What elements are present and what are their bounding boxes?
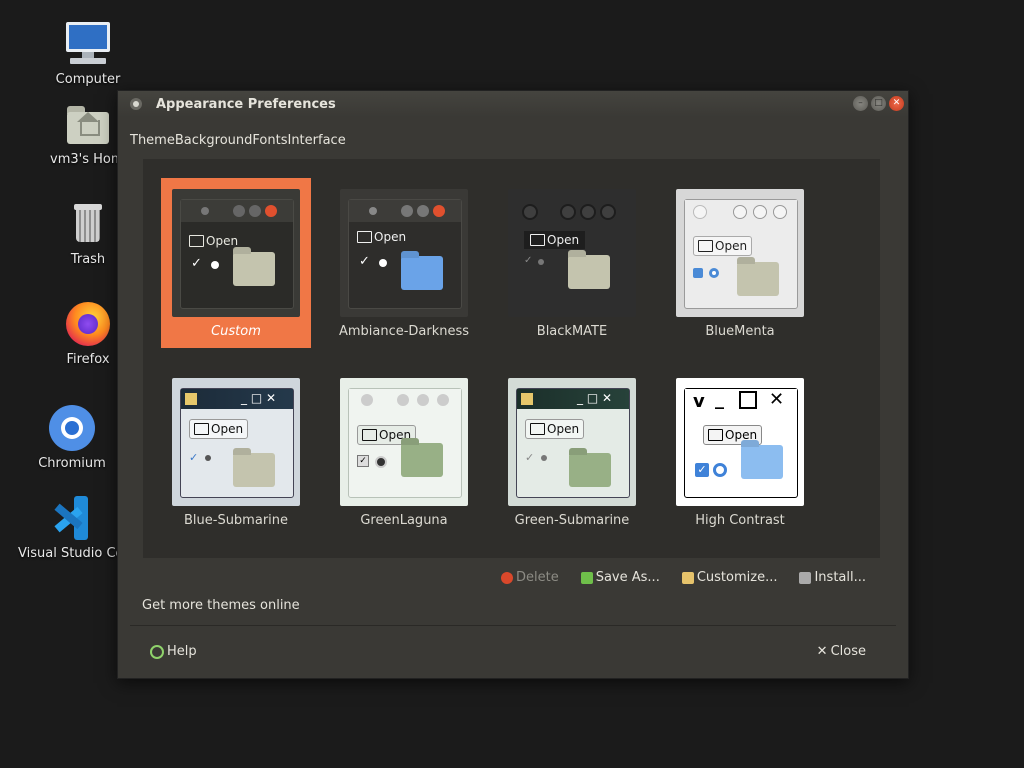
theme-item-greenlaguna[interactable]: Open ✓ GreenLaguna bbox=[329, 367, 479, 537]
folder-icon bbox=[737, 262, 779, 296]
get-more-themes-link[interactable]: Get more themes online bbox=[142, 598, 300, 613]
theme-preview: Open ✓ bbox=[172, 189, 300, 317]
desktop-icon-chromium[interactable]: Chromium bbox=[24, 404, 120, 471]
theme-item-bluementa[interactable]: Open BlueMenta bbox=[665, 178, 815, 348]
theme-preview: Open ✓ bbox=[508, 189, 636, 317]
window-title: Appearance Preferences bbox=[156, 96, 336, 112]
folder-icon bbox=[741, 445, 783, 479]
theme-grid: Open ✓ Custom Open ✓ Ambiance-Darkness O… bbox=[143, 159, 880, 558]
firefox-icon bbox=[64, 300, 112, 348]
theme-preview: _ □ ✕ Open ✓ bbox=[508, 378, 636, 506]
folder-icon bbox=[569, 453, 611, 487]
theme-open-label: Open bbox=[374, 230, 407, 244]
theme-preview: Open ✓ bbox=[340, 378, 468, 506]
desktop-icon-label: Computer bbox=[55, 72, 121, 87]
delete-label: Delete bbox=[516, 570, 559, 585]
desktop-icon-computer[interactable]: Computer bbox=[40, 20, 136, 87]
theme-open-label: Open bbox=[206, 234, 239, 248]
theme-preview: v _ ✕ Open ✓ bbox=[676, 378, 804, 506]
folder-open-icon bbox=[698, 240, 713, 252]
theme-name: Custom bbox=[211, 324, 261, 339]
save-icon bbox=[580, 571, 593, 584]
install-icon bbox=[799, 571, 812, 584]
vscode-icon bbox=[44, 494, 92, 542]
theme-actions: Delete Save As... Customize... Install..… bbox=[501, 570, 866, 585]
desktop-icon-label: Visual Studio Code bbox=[18, 546, 118, 561]
save-as-button[interactable]: Save As... bbox=[580, 570, 660, 585]
folder-open-icon bbox=[708, 429, 723, 441]
folder-icon bbox=[233, 252, 275, 286]
help-button[interactable]: Help bbox=[150, 644, 197, 659]
install-label: Install... bbox=[814, 570, 866, 585]
computer-icon bbox=[64, 20, 112, 68]
folder-open-icon bbox=[530, 423, 545, 435]
trash-icon bbox=[64, 200, 112, 248]
desktop-icon-vscode[interactable]: Visual Studio Code bbox=[18, 494, 118, 561]
folder-open-icon bbox=[189, 235, 204, 247]
tab-bar: Theme Background Fonts Interface bbox=[130, 133, 346, 148]
maximize-button[interactable]: □ bbox=[871, 96, 886, 111]
save-as-label: Save As... bbox=[595, 570, 660, 585]
minimize-button[interactable]: – bbox=[853, 96, 868, 111]
window-titlebar[interactable]: Appearance Preferences – □ ✕ bbox=[118, 91, 908, 117]
theme-item-blackmate[interactable]: Open ✓ BlackMATE bbox=[497, 178, 647, 348]
theme-item-green-submarine[interactable]: _ □ ✕ Open ✓ Green-Submarine bbox=[497, 367, 647, 537]
folder-icon bbox=[401, 443, 443, 477]
theme-name: High Contrast bbox=[695, 513, 785, 528]
customize-icon bbox=[681, 571, 694, 584]
folder-icon bbox=[401, 256, 443, 290]
folder-open-icon bbox=[357, 231, 372, 243]
delete-button[interactable]: Delete bbox=[501, 570, 559, 585]
folder-open-icon bbox=[194, 423, 209, 435]
theme-preview: _ □ ✕ Open ✓ bbox=[172, 378, 300, 506]
install-button[interactable]: Install... bbox=[799, 570, 866, 585]
theme-name: BlackMATE bbox=[536, 324, 608, 339]
theme-preview: Open bbox=[676, 189, 804, 317]
close-label: Close bbox=[830, 644, 866, 659]
window-close-button[interactable]: ✕ bbox=[889, 96, 904, 111]
folder-icon bbox=[233, 453, 275, 487]
close-button[interactable]: ✕ Close bbox=[817, 644, 866, 659]
theme-open-label: Open bbox=[715, 239, 748, 253]
tab-fonts[interactable]: Fonts bbox=[252, 133, 287, 148]
theme-preview: Open ✓ bbox=[340, 189, 468, 317]
chromium-icon bbox=[48, 404, 96, 452]
folder-icon bbox=[568, 255, 610, 289]
tab-theme[interactable]: Theme bbox=[130, 133, 175, 148]
theme-name: Blue-Submarine bbox=[183, 513, 289, 528]
tab-interface[interactable]: Interface bbox=[287, 133, 345, 148]
theme-item-high-contrast[interactable]: v _ ✕ Open ✓ High Contrast bbox=[665, 367, 815, 537]
tab-background[interactable]: Background bbox=[175, 133, 253, 148]
theme-open-label: Open bbox=[211, 422, 244, 436]
appearance-preferences-window: Appearance Preferences – □ ✕ Theme Backg… bbox=[117, 90, 909, 679]
help-label: Help bbox=[167, 644, 197, 659]
theme-item-custom[interactable]: Open ✓ Custom bbox=[161, 178, 311, 348]
window-app-icon bbox=[130, 98, 142, 110]
help-icon bbox=[150, 644, 164, 659]
theme-name: Green-Submarine bbox=[514, 513, 630, 528]
theme-name: BlueMenta bbox=[705, 324, 775, 339]
delete-icon bbox=[501, 571, 513, 584]
desktop-icon-label: Chromium bbox=[38, 456, 106, 471]
close-icon: ✕ bbox=[816, 644, 828, 659]
theme-name: Ambiance-Darkness bbox=[338, 324, 470, 339]
theme-open-label: Open bbox=[547, 422, 580, 436]
customize-button[interactable]: Customize... bbox=[681, 570, 778, 585]
divider bbox=[130, 625, 896, 626]
theme-item-blue-submarine[interactable]: _ □ ✕ Open ✓ Blue-Submarine bbox=[161, 367, 311, 537]
theme-name: GreenLaguna bbox=[360, 513, 448, 528]
theme-open-label: Open bbox=[547, 233, 580, 247]
home-folder-icon bbox=[64, 100, 112, 148]
theme-item-ambiance-darkness[interactable]: Open ✓ Ambiance-Darkness bbox=[329, 178, 479, 348]
folder-open-icon bbox=[530, 234, 545, 246]
folder-open-icon bbox=[362, 429, 377, 441]
customize-label: Customize... bbox=[696, 570, 778, 585]
